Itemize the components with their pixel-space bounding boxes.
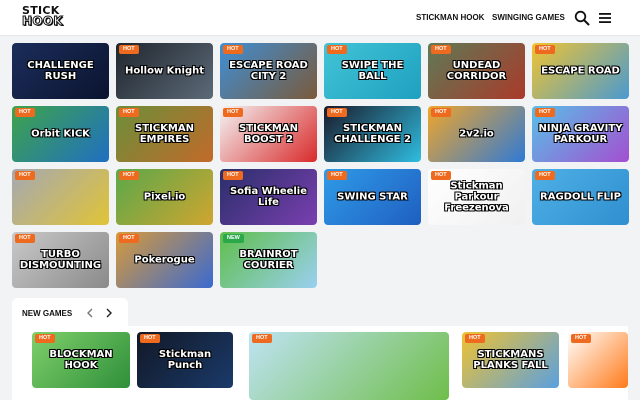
game-tile[interactable]: HOT NINJA GRAVITY PARKOUR — [532, 106, 629, 162]
logo-line-2: HOOK — [22, 14, 64, 28]
tile-badge: HOT — [15, 108, 35, 117]
tile-title: SWIPE THE BALL — [341, 60, 404, 82]
tile-title: Hollow Knight — [124, 65, 205, 77]
tile-title: TURBO DISMOUNTING — [19, 249, 102, 271]
new-games-strip: HOT BLOCKMAN HOOK HOT Stickman Punch HOT HOT S… — [12, 326, 628, 400]
game-tile[interactable]: HOT — [568, 332, 628, 388]
tile-badge: HOT — [119, 108, 139, 117]
tile-title: STICKMAN BOOST 2 — [239, 123, 298, 145]
tile-badge: HOT — [535, 171, 555, 180]
nav-swinging-games[interactable]: SWINGING GAMES — [492, 13, 565, 22]
game-tile[interactable]: HOT ESCAPE ROAD — [532, 43, 629, 99]
game-tile[interactable]: NEW BRAINROT COURIER — [220, 232, 317, 288]
tile-title: RAGDOLL FLIP — [540, 191, 621, 203]
tile-badge: HOT — [431, 171, 451, 180]
tile-title: NINJA GRAVITY PARKOUR — [538, 123, 623, 145]
tile-title: STICKMAN EMPIRES — [135, 123, 194, 145]
tile-title: 2v2.io — [459, 128, 494, 140]
tile-title: CHALLENGE RUSH — [27, 60, 94, 82]
tile-title: Pixel.io — [143, 191, 186, 203]
tile-title: ESCAPE ROAD — [541, 65, 620, 77]
chevron-right-icon[interactable] — [103, 306, 115, 320]
game-tile[interactable]: HOT Pokerogue — [116, 232, 213, 288]
game-tile[interactable]: HOT STICKMAN BOOST 2 — [220, 106, 317, 162]
tile-badge: HOT — [15, 171, 35, 180]
tile-badge: HOT — [535, 108, 555, 117]
game-tile[interactable]: HOT UNDEAD CORRIDOR — [428, 43, 525, 99]
tile-title: BLOCKMAN HOOK — [49, 349, 113, 371]
tile-badge: HOT — [119, 234, 139, 243]
tile-badge: HOT — [535, 45, 555, 54]
game-tile[interactable]: CHALLENGE RUSH — [12, 43, 109, 99]
game-tile[interactable]: HOT Hollow Knight — [116, 43, 213, 99]
tile-title: STICKMAN CHALLENGE 2 — [334, 123, 411, 145]
game-tile[interactable]: HOT ESCAPE ROAD CITY 2 — [220, 43, 317, 99]
game-tile[interactable]: HOT — [249, 332, 449, 400]
tile-badge: HOT — [223, 45, 243, 54]
game-tile[interactable]: HOT STICKMAN CHALLENGE 2 — [324, 106, 421, 162]
new-games-title: NEW GAMES — [22, 309, 73, 318]
game-tile[interactable]: HOT BLOCKMAN HOOK — [32, 332, 130, 388]
game-tile[interactable]: HOT 2v2.io — [428, 106, 525, 162]
game-tile[interactable]: HOT STICKMAN EMPIRES — [116, 106, 213, 162]
tile-badge: HOT — [119, 45, 139, 54]
game-tile[interactable]: HOT Orbit KICK — [12, 106, 109, 162]
game-tile[interactable]: HOT Stickman Parkour Freezenova — [428, 169, 525, 225]
game-tile[interactable]: HOT Stickman Punch — [137, 332, 233, 388]
tile-title: STICKMANS PLANKS FALL — [473, 349, 548, 371]
game-tile[interactable]: HOT STICKMANS PLANKS FALL — [462, 332, 559, 388]
top-bar: STICK HOOK STICKMAN HOOK SWINGING GAMES — [0, 0, 640, 36]
tile-title: Stickman Punch — [158, 349, 212, 371]
tile-title: Pokerogue — [134, 254, 195, 266]
game-tile[interactable]: HOT SWING STAR — [324, 169, 421, 225]
tile-badge: HOT — [223, 171, 243, 180]
tile-badge: HOT — [465, 334, 485, 343]
search-icon[interactable] — [574, 10, 590, 26]
game-tile[interactable]: HOT Pixel.io — [116, 169, 213, 225]
tile-title: Stickman Parkour Freezenova — [444, 180, 509, 214]
tile-title: Orbit KICK — [31, 128, 90, 140]
chevron-left-icon[interactable] — [84, 306, 96, 320]
tile-title: Sofia Wheelie Life — [229, 186, 308, 208]
tile-badge: HOT — [431, 45, 451, 54]
tile-title: SWING STAR — [337, 191, 408, 203]
game-tile[interactable]: HOT Sofia Wheelie Life — [220, 169, 317, 225]
game-tile[interactable]: HOT RAGDOLL FLIP — [532, 169, 629, 225]
tile-title: ESCAPE ROAD CITY 2 — [229, 60, 308, 82]
tile-title: BRAINROT COURIER — [239, 249, 298, 271]
menu-icon[interactable] — [597, 10, 613, 26]
tile-title: UNDEAD CORRIDOR — [446, 60, 507, 82]
game-tile[interactable]: HOT TURBO DISMOUNTING — [12, 232, 109, 288]
tile-badge: HOT — [119, 171, 139, 180]
tile-badge: HOT — [252, 334, 272, 343]
nav-stickman-hook[interactable]: STICKMAN HOOK — [416, 13, 484, 22]
game-tile[interactable]: HOT SWIPE THE BALL — [324, 43, 421, 99]
tile-badge: HOT — [571, 334, 591, 343]
tile-badge: HOT — [223, 108, 243, 117]
game-tile[interactable]: HOT — [12, 169, 109, 225]
tile-badge: HOT — [327, 45, 347, 54]
new-games-header: NEW GAMES — [12, 298, 128, 328]
tile-badge: HOT — [327, 108, 347, 117]
site-logo[interactable]: STICK HOOK — [22, 5, 68, 31]
tile-badge: HOT — [15, 234, 35, 243]
tile-badge: HOT — [327, 171, 347, 180]
tile-badge: HOT — [431, 108, 451, 117]
tile-badge: HOT — [35, 334, 55, 343]
tile-badge: NEW — [223, 234, 244, 243]
tile-badge: HOT — [140, 334, 160, 343]
